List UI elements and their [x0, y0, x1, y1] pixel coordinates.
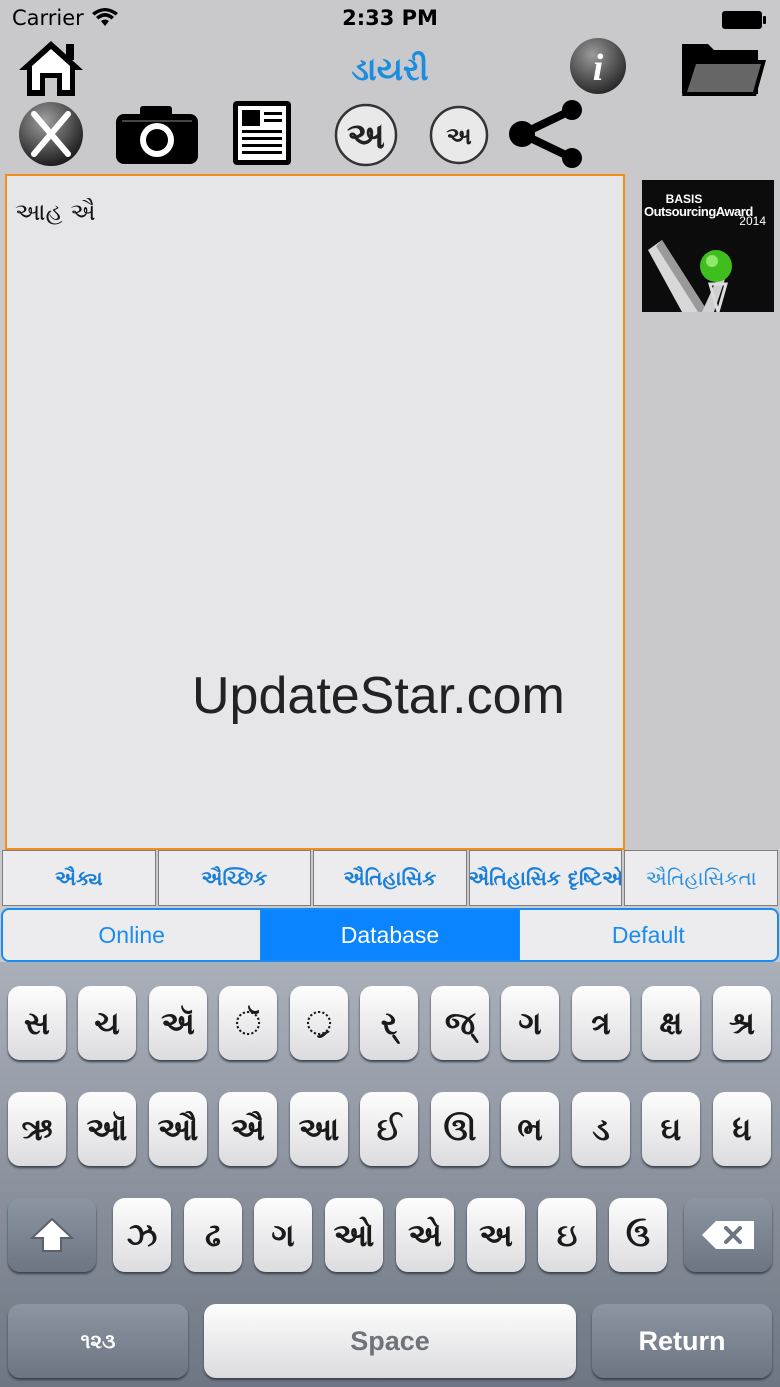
- diary-text-area[interactable]: આહ ઐ: [5, 174, 625, 850]
- key[interactable]: ઋ: [8, 1092, 66, 1166]
- award-graphic: [648, 240, 732, 312]
- camera-icon[interactable]: [114, 102, 200, 166]
- key[interactable]: અ: [467, 1198, 525, 1272]
- key[interactable]: ઉ: [609, 1198, 667, 1272]
- key[interactable]: ર્: [360, 986, 418, 1060]
- shift-icon: [29, 1217, 75, 1252]
- key[interactable]: ડ: [572, 1092, 630, 1166]
- svg-text:અ: અ: [446, 122, 471, 150]
- clock: 2:33 PM: [342, 6, 438, 30]
- key[interactable]: શ્ર: [713, 986, 771, 1060]
- close-icon[interactable]: [16, 100, 86, 168]
- key[interactable]: ત્ર: [572, 986, 630, 1060]
- key[interactable]: ઢ: [184, 1198, 242, 1272]
- key[interactable]: સ: [8, 986, 66, 1060]
- space-key[interactable]: Space: [204, 1304, 576, 1378]
- home-icon[interactable]: [16, 38, 86, 98]
- shift-key[interactable]: [8, 1198, 96, 1272]
- svg-text:અ: અ: [347, 116, 385, 157]
- suggestion-bar: ઐક્ય ઐચ્છિક ઐતિહાસિક ઐતિહાસિક દૃષ્ટિએ ઐત…: [2, 850, 778, 906]
- suggestion-item[interactable]: ઐતિહાસિક દૃષ્ટિએ: [468, 850, 623, 906]
- gujarati-keyboard: સ ચ ઍ ૅ ્ર ર્ જ્ ગ ત્ર ક્ષ શ્ર ઋ ઑ ઔ ઐ આ…: [0, 962, 780, 1387]
- svg-text:i: i: [593, 47, 604, 89]
- return-key[interactable]: Return: [592, 1304, 772, 1378]
- segment-database[interactable]: Database: [261, 910, 520, 960]
- suggestion-item[interactable]: ઐક્ય: [2, 850, 156, 906]
- status-bar: Carrier 2:33 PM: [0, 0, 780, 40]
- page-title: ડાયરી: [351, 50, 429, 88]
- key[interactable]: ગ: [254, 1198, 312, 1272]
- key[interactable]: ઊ: [431, 1092, 489, 1166]
- key[interactable]: ઍ: [149, 986, 207, 1060]
- key[interactable]: ઝ: [113, 1198, 171, 1272]
- font-large-icon[interactable]: અ: [332, 102, 400, 168]
- source-segmented-control: Online Database Default: [1, 908, 779, 962]
- key[interactable]: જ્: [431, 986, 489, 1060]
- share-icon[interactable]: [506, 100, 588, 168]
- font-small-icon[interactable]: અ: [428, 104, 490, 166]
- key[interactable]: ચ: [78, 986, 136, 1060]
- key[interactable]: ધ: [713, 1092, 771, 1166]
- key[interactable]: ઔ: [149, 1092, 207, 1166]
- segment-default[interactable]: Default: [520, 910, 777, 960]
- segment-online[interactable]: Online: [3, 910, 262, 960]
- suggestion-item[interactable]: ઐચ્છિક: [157, 850, 312, 906]
- key[interactable]: ભ: [501, 1092, 559, 1166]
- key[interactable]: ઇ: [538, 1198, 596, 1272]
- key[interactable]: ઓ: [325, 1198, 383, 1272]
- battery-icon: [722, 11, 766, 29]
- key[interactable]: ્ર: [290, 986, 348, 1060]
- numbers-key[interactable]: ૧૨૩: [8, 1304, 188, 1378]
- key[interactable]: આ: [290, 1092, 348, 1166]
- suggestion-item[interactable]: ઐતિહાસિક: [313, 850, 467, 906]
- key[interactable]: ઐ: [219, 1092, 277, 1166]
- key[interactable]: ક્ષ: [642, 986, 700, 1060]
- key[interactable]: ઈ: [360, 1092, 418, 1166]
- delete-key[interactable]: [684, 1198, 772, 1272]
- key[interactable]: એ: [396, 1198, 454, 1272]
- suggestion-item[interactable]: ઐતિહાસિકતા: [624, 850, 778, 906]
- key[interactable]: ગ: [501, 986, 559, 1060]
- key[interactable]: ઑ: [78, 1092, 136, 1166]
- document-icon[interactable]: [230, 98, 294, 168]
- key[interactable]: ૅ: [219, 986, 277, 1060]
- backspace-icon: [702, 1221, 754, 1249]
- info-icon[interactable]: i: [568, 36, 628, 96]
- folder-icon[interactable]: [678, 38, 768, 100]
- editor-text: આહ ઐ: [15, 198, 96, 226]
- key[interactable]: ઘ: [642, 1092, 700, 1166]
- watermark: UpdateStar.com: [192, 667, 565, 725]
- award-badge: BASIS OutsourcingAward 2014: [642, 180, 774, 312]
